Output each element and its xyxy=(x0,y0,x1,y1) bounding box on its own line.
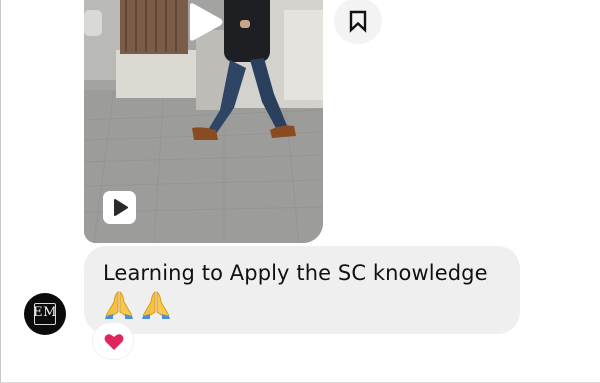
shared-reel-thumbnail[interactable] xyxy=(84,0,323,243)
message-text: Learning to Apply the SC knowledge xyxy=(103,261,488,285)
message-reaction[interactable] xyxy=(92,322,134,360)
folded-hands-emoji xyxy=(140,290,172,320)
folded-hands-emoji xyxy=(103,290,135,320)
message-bubble[interactable]: Learning to Apply the SC knowledge xyxy=(84,246,520,334)
bookmark-icon xyxy=(349,10,367,33)
message-emoji-row xyxy=(103,290,520,320)
play-icon[interactable] xyxy=(184,2,224,42)
sender-avatar[interactable]: EM xyxy=(24,293,66,335)
save-button[interactable] xyxy=(334,0,382,44)
red-heart-emoji xyxy=(104,334,124,350)
avatar-initials: EM xyxy=(33,305,57,320)
dm-conversation-view: Learning to Apply the SC knowledge EM xyxy=(0,0,600,383)
reel-play-icon[interactable] xyxy=(103,191,136,224)
window-edge xyxy=(0,0,1,383)
